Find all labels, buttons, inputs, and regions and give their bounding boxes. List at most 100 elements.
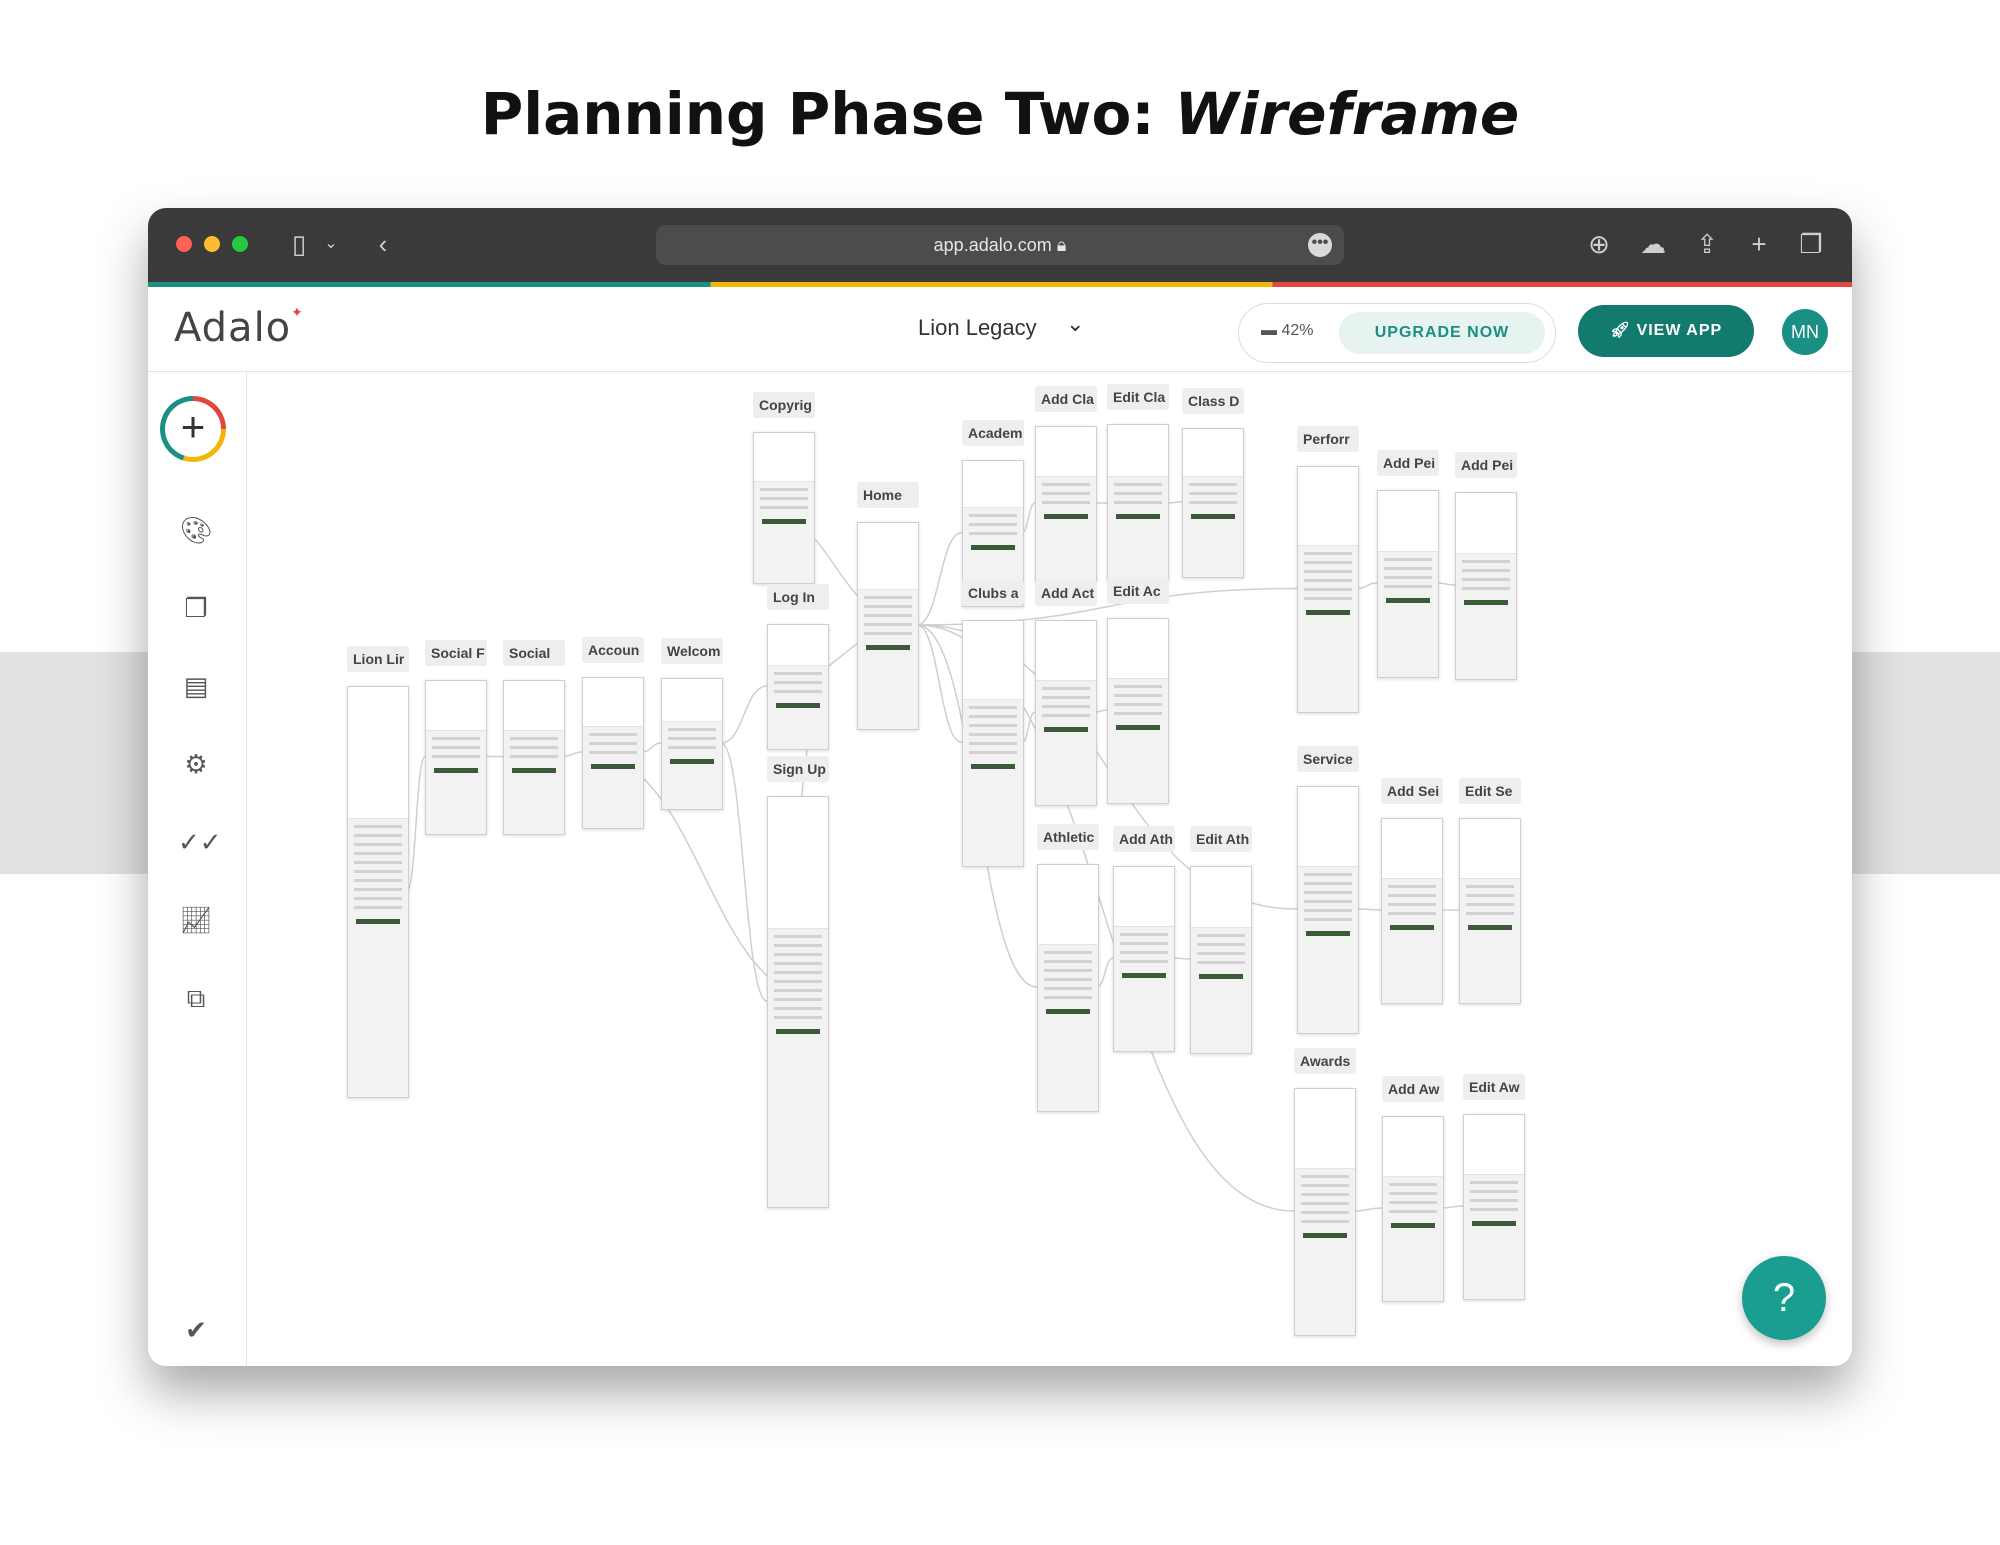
screen-thumbnail[interactable] (1107, 618, 1169, 804)
verified-badge-icon[interactable]: ✔ (178, 1312, 214, 1348)
screen-label[interactable]: Lion Lir (347, 646, 409, 672)
screen-label[interactable]: Add Ath (1113, 826, 1175, 852)
screen-thumbnail[interactable] (1463, 1114, 1525, 1300)
screen-thumbnail[interactable] (1459, 818, 1521, 1004)
wire-line (1301, 1192, 1349, 1196)
palette-icon[interactable]: 🎨︎ (178, 512, 214, 548)
sidebar-toggle-icon[interactable]: ▯ (282, 228, 316, 260)
screen-label[interactable]: Service (1297, 746, 1359, 772)
screen-label[interactable]: Edit Cla (1107, 384, 1169, 410)
screen-label[interactable]: Clubs a (962, 580, 1024, 606)
wire-line (1304, 597, 1352, 601)
screen-preview (963, 461, 1023, 509)
screen-thumbnail[interactable] (425, 680, 487, 835)
share-icon[interactable]: ⇪ (1690, 228, 1724, 260)
database-icon[interactable]: ▤ (178, 668, 214, 704)
wireframe-canvas[interactable]: Lion Lir Social F Social Accoun Welcom Copyri… (247, 372, 1852, 1366)
screen-label[interactable]: Add Sei (1381, 778, 1443, 804)
screen-thumbnail[interactable] (1182, 428, 1244, 578)
screen-label[interactable]: Athletic (1037, 824, 1099, 850)
address-bar[interactable]: app.adalo.com 🔒︎ ••• (656, 225, 1344, 265)
back-icon[interactable]: ‹ (366, 228, 400, 260)
chevron-down-icon[interactable]: ⌄ (1066, 311, 1084, 337)
help-chat-button[interactable]: ? (1742, 1256, 1826, 1340)
screen-label[interactable]: Sign Up (767, 756, 829, 782)
link-line (1436, 582, 1456, 586)
screen-thumbnail[interactable] (1294, 1088, 1356, 1336)
screen-thumbnail[interactable] (1297, 786, 1359, 1034)
screen-label[interactable]: Edit Ath (1190, 826, 1252, 852)
publish-check-icon[interactable]: ✓✓ (178, 824, 222, 860)
wire-line (1388, 893, 1436, 897)
wire-line (1388, 911, 1436, 915)
download-icon[interactable]: ⊕ (1582, 228, 1616, 260)
screen-thumbnail[interactable] (1107, 424, 1169, 584)
screen-thumbnail[interactable] (1113, 866, 1175, 1052)
screen-thumbnail[interactable] (1037, 864, 1099, 1112)
screen-thumbnail[interactable] (1035, 426, 1097, 582)
screen-thumbnail[interactable] (1455, 492, 1517, 680)
close-window-button[interactable] (176, 236, 192, 252)
screen-thumbnail[interactable] (1381, 818, 1443, 1004)
screen-thumbnail[interactable] (1297, 466, 1359, 713)
screen-label[interactable]: Perforr (1297, 426, 1359, 452)
wire-line (864, 613, 912, 617)
link-line (1356, 908, 1382, 911)
screen-thumbnail[interactable] (1382, 1116, 1444, 1302)
add-component-button[interactable]: + (160, 396, 226, 462)
wire-line (668, 727, 716, 731)
chevron-down-icon[interactable]: ⌄ (314, 228, 348, 260)
screen-thumbnail[interactable] (582, 677, 644, 829)
screen-thumbnail[interactable] (753, 432, 815, 584)
screen-label[interactable]: Awards (1294, 1048, 1356, 1074)
screen-label[interactable]: Home (857, 482, 919, 508)
screen-thumbnail[interactable] (767, 796, 829, 1208)
screen-preview (768, 797, 828, 930)
wire-line (1466, 893, 1514, 897)
screen-thumbnail[interactable] (857, 522, 919, 730)
avatar[interactable]: MN (1782, 309, 1828, 355)
adalo-logo[interactable]: Adalo✦ (174, 305, 304, 351)
screen-label[interactable]: Copyrig (753, 392, 815, 418)
screens-icon[interactable]: ❐ (178, 590, 214, 626)
screen-label[interactable]: Social F (425, 640, 487, 666)
screen-thumbnail[interactable] (1190, 866, 1252, 1054)
screen-label[interactable]: Log In (767, 584, 829, 610)
screen-label[interactable]: Edit Ac (1107, 578, 1169, 604)
marketplace-icon[interactable]: ⧉ (178, 980, 214, 1016)
screen-thumbnail[interactable] (347, 686, 409, 1098)
upgrade-now-button[interactable]: UPGRADE NOW (1339, 312, 1545, 354)
screen-label[interactable]: Accoun (582, 637, 644, 663)
wire-line (1384, 584, 1432, 588)
new-tab-icon[interactable]: + (1742, 228, 1776, 260)
screen-label[interactable]: Add Act (1035, 580, 1097, 606)
screen-label[interactable]: Social (503, 640, 565, 666)
screen-label[interactable]: Add Cla (1035, 386, 1097, 412)
view-app-button[interactable]: 🚀︎ VIEW APP (1578, 305, 1754, 357)
screen-label[interactable]: Add Aw (1382, 1076, 1444, 1102)
screen-label[interactable]: Academ (962, 420, 1024, 446)
screen-thumbnail[interactable] (767, 624, 829, 750)
project-name[interactable]: Lion Legacy (918, 315, 1037, 341)
minimize-window-button[interactable] (204, 236, 220, 252)
screen-label[interactable]: Welcom (661, 638, 723, 664)
screen-label[interactable]: Add Pei (1455, 452, 1517, 478)
maximize-window-button[interactable] (232, 236, 248, 252)
screen-thumbnail[interactable] (1377, 490, 1439, 678)
gear-icon[interactable]: ⚙ (178, 746, 214, 782)
wire-line (668, 736, 716, 740)
screen-label[interactable]: Class D (1182, 388, 1244, 414)
cloud-icon[interactable]: ☁ (1636, 228, 1670, 260)
wire-line (1384, 575, 1432, 579)
screen-thumbnail[interactable] (661, 678, 723, 810)
wire-button (971, 764, 1015, 770)
screen-label[interactable]: Add Pei (1377, 450, 1439, 476)
more-options-icon[interactable]: ••• (1308, 233, 1332, 257)
screen-label[interactable]: Edit Se (1459, 778, 1521, 804)
tabs-overview-icon[interactable]: ❐ (1794, 228, 1828, 260)
screen-label[interactable]: Edit Aw (1463, 1074, 1525, 1100)
analytics-icon[interactable]: 📈︎ (178, 902, 214, 938)
screen-thumbnail[interactable] (1035, 620, 1097, 806)
screen-thumbnail[interactable] (962, 620, 1024, 867)
screen-thumbnail[interactable] (503, 680, 565, 835)
